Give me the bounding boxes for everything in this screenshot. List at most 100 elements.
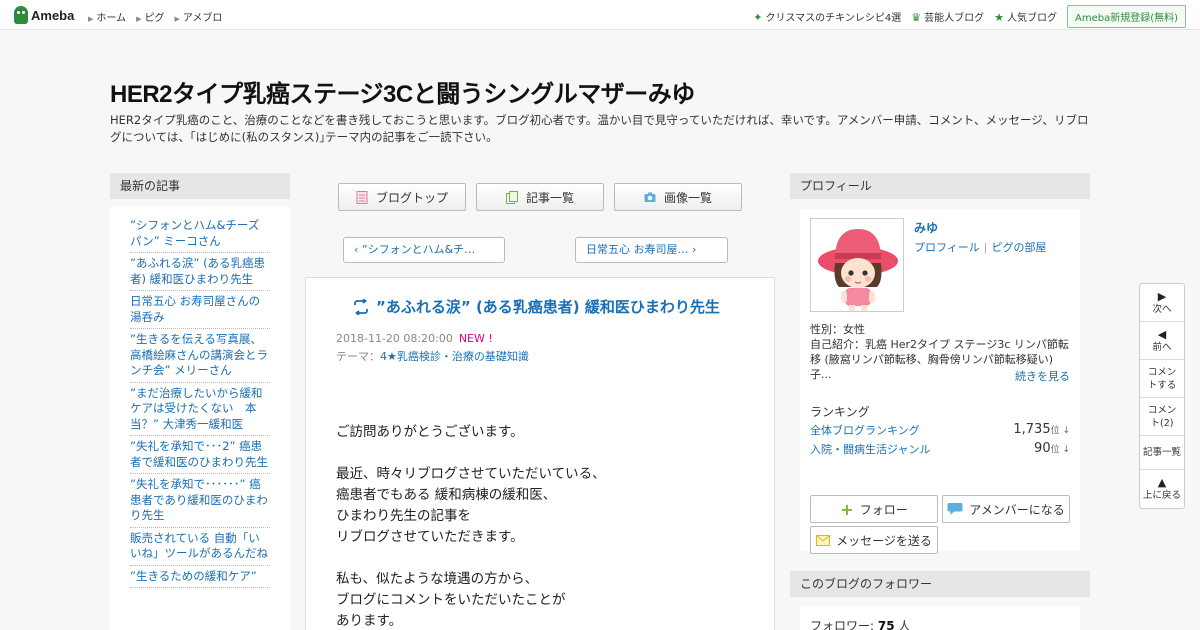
- blog-description: HER2タイプ乳癌のこと、治療のことなどを書き残しておこうと思います。ブログ初心…: [110, 113, 1089, 144]
- latest-article-link[interactable]: ”失礼を承知で･･････” 癌患者であり緩和医のひまわり先生: [130, 474, 270, 528]
- profile-links: プロフィール | ピグの部屋: [914, 239, 1047, 255]
- latest-article-link[interactable]: ”まだ治療したいから緩和ケアは受けたくない 本当？” 大津秀一緩和医: [130, 383, 270, 436]
- triangle-right-icon: ▶: [136, 15, 142, 23]
- article-card: ”あふれる涙” (ある乳癌患者) 緩和医ひまわり先生 2018-11-20 08…: [305, 277, 775, 630]
- article-line: 最近、時々リブログさせていただいている、: [336, 466, 606, 482]
- latest-articles-list: ”シフォンとハム&チーズパン” ミーコさん ”あふれる涙” (ある乳癌患者) 緩和…: [110, 207, 290, 630]
- article-theme: テーマ：4★乳癌検診・治療の基礎知識: [336, 350, 529, 363]
- genre-ranking-link[interactable]: 入院・闘病生活ジャンル: [810, 441, 930, 457]
- global-nav: ▶ ホーム ▶ ピグ ▶ アメブロ: [88, 9, 222, 24]
- prev-button[interactable]: ◀ 前へ: [1140, 322, 1184, 360]
- pigg-room-link[interactable]: ピグの部屋: [992, 241, 1047, 254]
- latest-article-link[interactable]: ”あふれる涙” (ある乳癌患者) 緩和医ひまわり先生: [130, 253, 270, 291]
- signup-button[interactable]: Ameba新規登録(無料): [1066, 5, 1186, 28]
- theme-link[interactable]: 4★乳癌検診・治療の基礎知識: [380, 350, 529, 363]
- back-to-top-button[interactable]: ▲ 上に戻る: [1140, 470, 1184, 508]
- comments-button[interactable]: コメント(2): [1140, 398, 1184, 436]
- article-paragraph: ご訪問ありがとうございます。: [336, 422, 606, 443]
- latest-articles-heading: 最新の記事: [110, 173, 290, 199]
- nav-home[interactable]: ▶ ホーム: [88, 9, 126, 24]
- document-icon: [356, 190, 368, 204]
- latest-article-link[interactable]: ”生きるを伝える写真展、高橋絵麻さんの講演会とランチ会” メリーさん: [130, 329, 270, 383]
- ranking-row-overall: 全体ブログランキング 1,735位 ↓: [810, 422, 1070, 438]
- avatar[interactable]: [810, 218, 904, 312]
- profile-link[interactable]: プロフィール: [914, 241, 980, 254]
- write-comment-button[interactable]: コメントする: [1140, 360, 1184, 398]
- ranking-row-genre: 入院・闘病生活ジャンル 90位 ↓: [810, 441, 1070, 457]
- article-pager: ‹ ”シフォンとハム&チ… 日常五心 お寿司屋… ›: [343, 237, 728, 263]
- profile-body: みゆ プロフィール | ピグの部屋 性別：女性 自己紹介：乳癌 Her2タイプ ステ…: [800, 209, 1080, 554]
- read-more-link[interactable]: 続きを見る: [1015, 368, 1070, 384]
- header-links: ✦ クリスマスのチキンレシピ4選 ♛ 芸能人ブログ ★ 人気ブログ Ameba新規登録…: [753, 5, 1186, 28]
- overall-ranking-link[interactable]: 全体ブログランキング: [810, 422, 920, 438]
- article-line: ご訪問ありがとうございます。: [336, 424, 524, 440]
- blog-toolbar: ブログトップ 記事一覧 画像一覧: [338, 183, 742, 211]
- star-icon: ★: [994, 11, 1004, 24]
- triangle-up-icon: ▲: [1157, 476, 1167, 489]
- reblog-icon: [354, 298, 368, 315]
- profile-name[interactable]: みゆ: [914, 219, 938, 236]
- article-list-button[interactable]: 記事一覧: [476, 183, 604, 211]
- christmas-recipe-link[interactable]: ✦ クリスマスのチキンレシピ4選: [753, 9, 901, 24]
- play-left-icon: ◀: [1157, 327, 1167, 341]
- latest-article-link[interactable]: 日常五心 お寿司屋さんの湯呑み: [130, 291, 270, 329]
- crown-icon: ♛: [911, 11, 922, 24]
- profile-panel: プロフィール みゆ プロフィール | ピグの部屋 性別：女性 自己紹介：乳癌 H…: [790, 173, 1090, 554]
- blog-title[interactable]: HER2タイプ乳癌ステージ3Cと闘うシングルマザーみゆ: [110, 74, 695, 109]
- image-list-button[interactable]: 画像一覧: [614, 183, 742, 211]
- followers-count: フォロワー: 75 人: [800, 607, 1080, 630]
- article-line: あります。: [336, 613, 403, 629]
- article-title[interactable]: ”あふれる涙” (ある乳癌患者) 緩和医ひまわり先生: [352, 296, 720, 317]
- next-article-button[interactable]: 日常五心 お寿司屋… ›: [575, 237, 728, 263]
- camera-icon: [644, 192, 656, 202]
- blog-top-button[interactable]: ブログトップ: [338, 183, 466, 211]
- latest-article-link[interactable]: ”シフォンとハム&チーズパン” ミーコさん: [130, 215, 270, 253]
- global-header: Ameba ▶ ホーム ▶ ピグ ▶ アメブロ ✦ クリスマスのチキンレシピ4選 ♛ 芸能…: [0, 0, 1200, 30]
- copy-icon: [505, 190, 518, 204]
- sparkle-icon: ✦: [753, 11, 763, 24]
- article-paragraph: 私も、似たような境遇の方から、ブログにコメントをいただいたことが あります。: [336, 569, 606, 630]
- latest-article-link[interactable]: ”失礼を承知で･･･2” 癌患者で緩和医のひまわり先生: [130, 436, 270, 474]
- nav-ameblo[interactable]: ▶ アメブロ: [174, 9, 222, 24]
- latest-articles-panel: 最新の記事 ”シフォンとハム&チーズパン” ミーコさん ”あふれる涙” (ある乳癌…: [110, 173, 290, 630]
- profile-gender: 性別：女性: [810, 323, 865, 336]
- divider: |: [983, 241, 988, 254]
- article-date: 2018-11-20 08:20:00 NEW !: [336, 332, 493, 345]
- ranking-heading: ランキング: [810, 405, 870, 419]
- article-line: リブログさせていただきます。: [336, 529, 524, 545]
- chat-bubble-icon: [947, 503, 963, 515]
- overall-ranking-value: 1,735: [1013, 422, 1051, 437]
- article-list-side-button[interactable]: 記事一覧: [1140, 436, 1184, 470]
- follow-button[interactable]: + フォロー: [810, 495, 938, 523]
- triangle-right-icon: ▶: [88, 15, 94, 23]
- send-message-button[interactable]: メッセージを送る: [810, 526, 938, 554]
- new-badge: NEW !: [458, 332, 493, 345]
- plus-icon: +: [840, 499, 854, 519]
- latest-article-link[interactable]: ”生きるための緩和ケア”: [130, 566, 270, 588]
- chevron-right-icon: ›: [688, 243, 697, 256]
- ameba-logo[interactable]: Ameba: [14, 6, 74, 24]
- article-line: ひまわり先生の記事を: [336, 508, 471, 524]
- nav-pigg[interactable]: ▶ ピグ: [136, 9, 164, 24]
- avatar-girl-illustration: [811, 219, 903, 311]
- envelope-icon: [816, 534, 831, 546]
- next-button[interactable]: ▶ 次へ: [1140, 284, 1184, 322]
- floating-nav: ▶ 次へ ◀ 前へ コメントする コメント(2) 記事一覧 ▲ 上に戻る: [1139, 283, 1185, 509]
- celebrity-blog-link[interactable]: ♛ 芸能人ブログ: [911, 9, 984, 24]
- chevron-left-icon: ‹: [354, 243, 362, 256]
- article-line: ブログにコメントをいただいたことが: [336, 592, 566, 608]
- genre-ranking-value: 90: [1034, 441, 1051, 456]
- followers-heading: このブログのフォロワー: [790, 571, 1090, 597]
- article-paragraph: 最近、時々リブログさせていただいている、 癌患者でもある 緩和病棟の緩和医、 ひまわ…: [336, 464, 606, 548]
- amember-button[interactable]: アメンバーになる: [942, 495, 1070, 523]
- latest-article-link[interactable]: 販売されている 自動「いいね」ツールがあるんだね: [130, 528, 270, 566]
- profile-heading: プロフィール: [790, 173, 1090, 199]
- previous-article-button[interactable]: ‹ ”シフォンとハム&チ…: [343, 237, 505, 263]
- article-line: 私も、似たような境遇の方から、: [336, 571, 539, 587]
- triangle-right-icon: ▶: [174, 15, 180, 23]
- play-right-icon: ▶: [1157, 289, 1167, 303]
- ameba-logo-icon: [14, 6, 28, 24]
- article-line: 癌患者でもある 緩和病棟の緩和医、: [336, 487, 557, 503]
- popular-blog-link[interactable]: ★ 人気ブログ: [994, 9, 1057, 24]
- article-body: ご訪問ありがとうございます。最近、時々リブログさせていただいている、 癌患者でもあ…: [336, 422, 606, 630]
